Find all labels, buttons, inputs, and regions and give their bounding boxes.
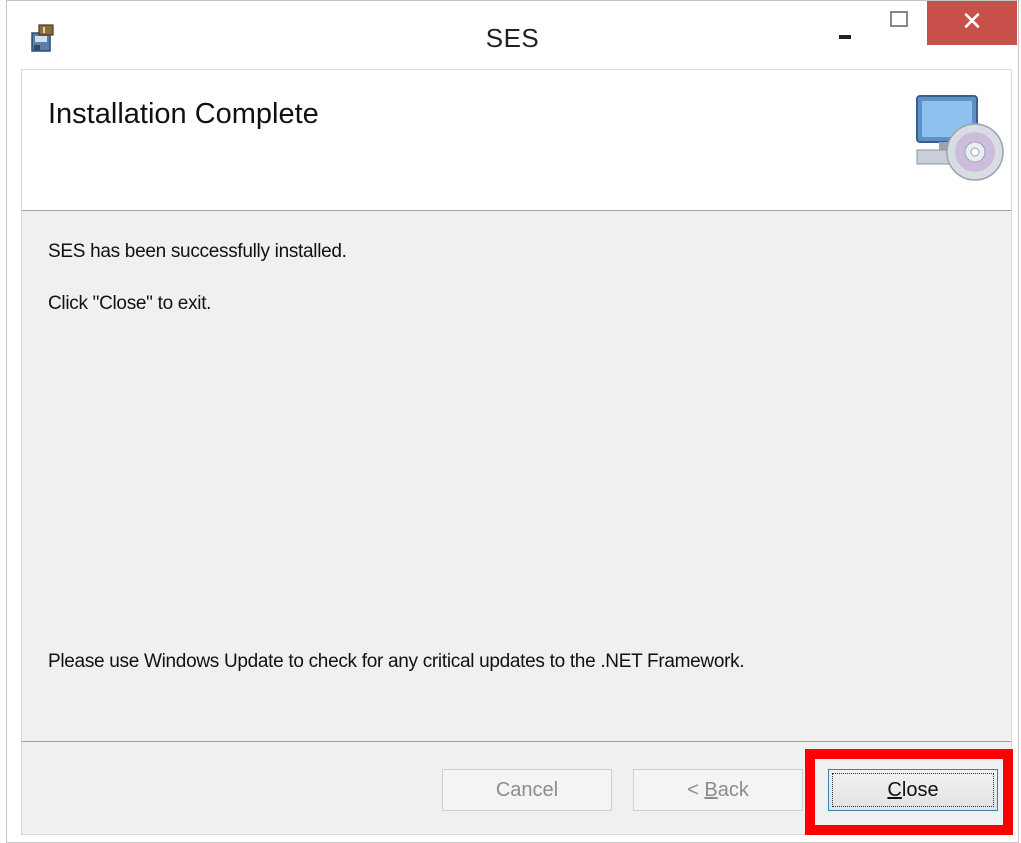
back-prefix: < <box>687 779 705 801</box>
computer-cd-icon <box>916 95 1004 181</box>
content-panel: SES has been successfully installed. Cli… <box>21 211 1012 741</box>
page-title: Installation Complete <box>48 98 319 130</box>
window-title: SES <box>485 23 540 53</box>
exit-instruction: Click "Close" to exit. <box>48 293 212 314</box>
installer-window: SES ✕ Installation Complete SES has been… <box>6 0 1019 843</box>
cancel-button[interactable]: Cancel <box>442 769 612 811</box>
window-close-button[interactable]: ✕ <box>927 1 1017 45</box>
back-mnemonic: B <box>704 779 718 801</box>
success-message: SES has been successfully installed. <box>48 241 347 262</box>
focus-rectangle <box>832 773 994 807</box>
title-bar[interactable]: SES ✕ <box>7 1 1018 69</box>
back-button[interactable]: < Back <box>633 769 803 811</box>
minimize-button[interactable] <box>825 1 865 45</box>
button-bar: Cancel < Back Close <box>21 741 1012 835</box>
close-button[interactable]: Close <box>828 769 998 811</box>
header-banner: Installation Complete <box>21 69 1012 211</box>
back-label-rest: ack <box>717 779 749 801</box>
update-notice: Please use Windows Update to check for a… <box>48 651 745 672</box>
maximize-button[interactable] <box>879 1 919 45</box>
